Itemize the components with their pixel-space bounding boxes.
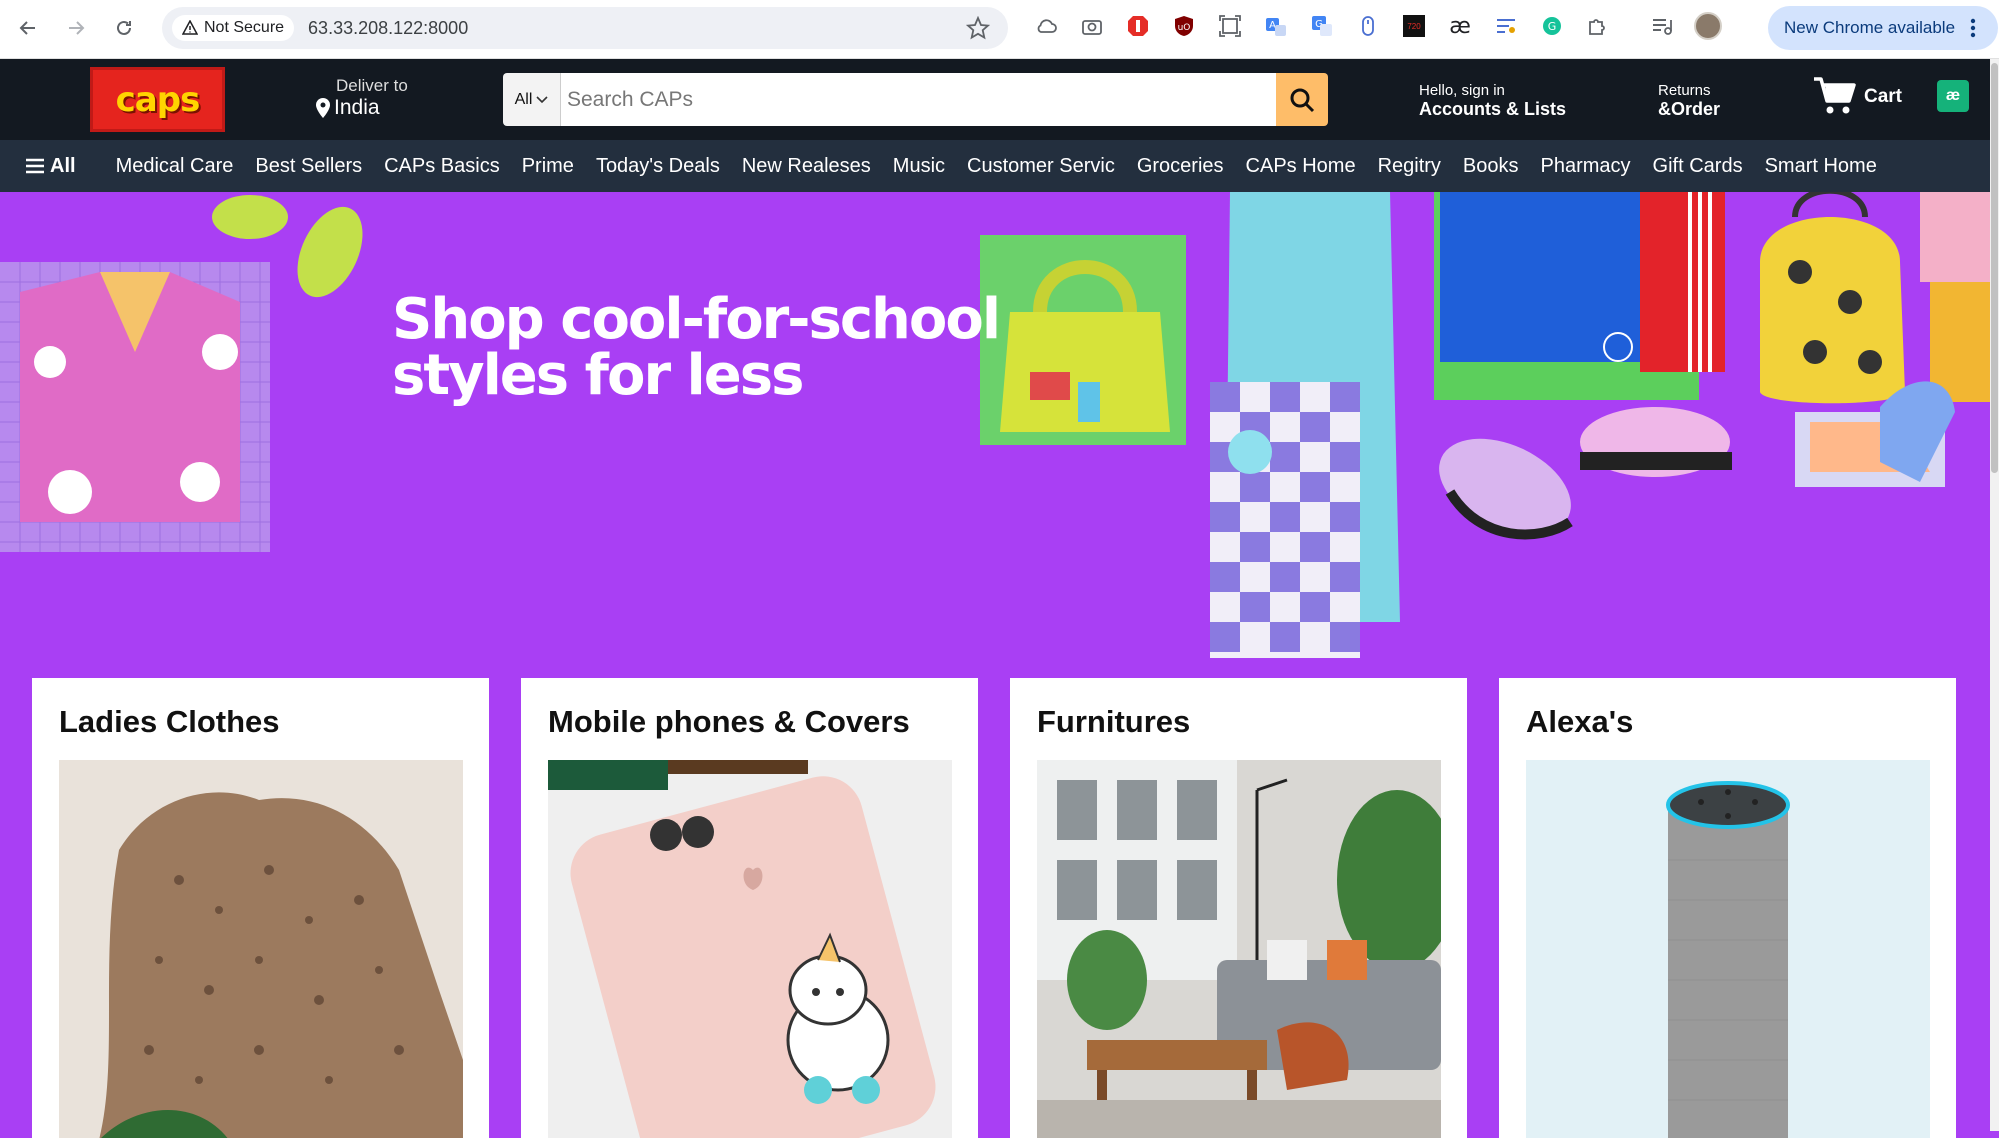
nav-item-books[interactable]: Books [1463,155,1519,178]
site-header: caps Deliver to India All Hello, sign in… [0,59,1990,140]
url-text[interactable]: 63.33.208.122:8000 [308,18,468,39]
extensions-bar: uO A G 720 æ G [1030,10,1724,42]
card-title: Furnitures [1037,704,1191,739]
translate-icon[interactable]: A [1260,10,1292,42]
address-bar[interactable]: Not Secure 63.33.208.122:8000 [162,7,1008,49]
arrow-left-icon [19,21,35,35]
logo-text: caps [115,79,201,120]
resolution-badge: 720 [1403,15,1425,37]
card-mobile-phones-covers[interactable]: Mobile phones & Covers [521,678,978,1138]
search-category-label: All [514,90,533,108]
reload-button[interactable] [106,10,142,46]
arrow-right-icon [69,21,85,35]
nav-item-caps-home[interactable]: CAPs Home [1246,155,1356,178]
adblock-icon[interactable] [1122,10,1154,42]
nav-item-new-releases[interactable]: New Realeses [742,155,871,178]
nav-item-best-sellers[interactable]: Best Sellers [255,155,362,178]
nav-item-smart-home[interactable]: Smart Home [1765,155,1877,178]
warning-icon [182,20,198,35]
category-cards: Ladies Clothes Mobile phones & Covers Fu… [32,678,1958,1138]
returns-orders[interactable]: Returns &Order [1658,82,1720,120]
nav-item-caps-basics[interactable]: CAPs Basics [384,155,500,178]
cloud-icon[interactable] [1030,10,1062,42]
search-bar: All [503,73,1328,126]
search-category-select[interactable]: All [503,73,561,126]
ublock-shield-icon[interactable]: uO [1168,10,1200,42]
nav-item-music[interactable]: Music [893,155,945,178]
cart-button[interactable]: Cart [1812,76,1902,116]
account-greeting: Hello, sign in [1419,82,1505,99]
google-translate-icon[interactable]: G [1306,10,1338,42]
browser-toolbar: Not Secure 63.33.208.122:8000 uO A G 720… [0,0,1999,59]
card-title: Alexa's [1526,704,1634,739]
nav-item-registry[interactable]: Regitry [1378,155,1441,178]
scrollbar-thumb[interactable] [1991,63,1998,473]
deliver-label: Deliver to [336,76,408,95]
all-menu-button[interactable]: All [26,155,76,178]
ae-extension-badge[interactable]: æ [1937,80,1969,112]
cart-label: Cart [1864,86,1903,107]
location-pin-icon [316,98,330,118]
card-alexas[interactable]: Alexa's [1499,678,1956,1138]
media-controls-icon[interactable] [1646,10,1678,42]
profile-avatar[interactable] [1692,10,1724,42]
nav-item-gift-cards[interactable]: Gift Cards [1653,155,1743,178]
card-furnitures[interactable]: Furnitures [1010,678,1467,1138]
card-image-phone[interactable] [548,760,952,1138]
chevron-down-icon [536,95,548,103]
search-input[interactable] [561,73,1276,126]
card-title: Mobile phones & Covers [548,704,910,739]
card-image-smart-speaker[interactable] [1526,760,1930,1138]
reload-icon [117,20,131,35]
search-icon [1290,88,1315,112]
bookmark-star-icon[interactable] [966,16,990,40]
ae-ligature-icon[interactable]: æ [1444,10,1476,42]
all-menu-label: All [50,154,76,177]
grammar-icon[interactable]: G [1536,10,1568,42]
card-image-dress[interactable] [59,760,463,1138]
hero-banner[interactable]: Shop cool-for-school styles for less [0,192,1990,658]
nav-item-groceries[interactable]: Groceries [1137,155,1224,178]
security-label: Not Secure [204,19,285,36]
deliver-location: India [334,96,380,119]
card-title: Ladies Clothes [59,704,280,739]
nav-item-prime[interactable]: Prime [522,155,574,178]
back-button[interactable] [10,10,46,46]
hero-headline: Shop cool-for-school styles for less [392,287,1001,408]
card-ladies-clothes[interactable]: Ladies Clothes [32,678,489,1138]
nav-item-medical-care[interactable]: Medical Care [116,155,234,178]
card-image-living-room[interactable] [1037,760,1441,1138]
camera-icon[interactable] [1076,10,1108,42]
chrome-update-button[interactable]: New Chrome available [1768,6,1998,50]
puzzle-extensions-icon[interactable] [1582,10,1614,42]
nav-item-pharmacy[interactable]: Pharmacy [1541,155,1631,178]
svg-text:uO: uO [1178,23,1191,33]
page-scrollbar[interactable] [1990,59,1999,1131]
forward-button[interactable] [58,10,94,46]
security-chip[interactable]: Not Secure [172,15,295,41]
tab-manager-icon[interactable] [1490,10,1522,42]
orders-label: &Order [1658,99,1721,119]
account-menu[interactable]: Hello, sign in Accounts & Lists [1419,82,1566,120]
cart-icon [1814,77,1856,114]
video-resolution-icon[interactable]: 720 [1398,10,1430,42]
hero-product-collage [0,192,1990,658]
nav-item-customer-service[interactable]: Customer Servic [967,155,1115,178]
account-lists-label: Accounts & Lists [1419,99,1567,119]
mouse-icon[interactable] [1352,10,1384,42]
returns-label: Returns [1658,82,1711,99]
hamburger-menu-icon [26,158,44,174]
more-vert-icon[interactable] [1969,16,1977,40]
svg-text:G: G [1548,20,1557,33]
deliver-to[interactable]: Deliver to India [316,76,408,120]
hero-line-1: Shop cool-for-school [392,287,1001,352]
chrome-update-label: New Chrome available [1784,18,1956,37]
category-nav: All Medical Care Best Sellers CAPs Basic… [0,140,1990,192]
caps-logo[interactable]: caps [90,67,225,132]
hero-line-2: styles for less [392,343,804,408]
search-button[interactable] [1276,73,1328,126]
nav-item-todays-deals[interactable]: Today's Deals [596,155,720,178]
screenshot-icon[interactable] [1214,10,1246,42]
